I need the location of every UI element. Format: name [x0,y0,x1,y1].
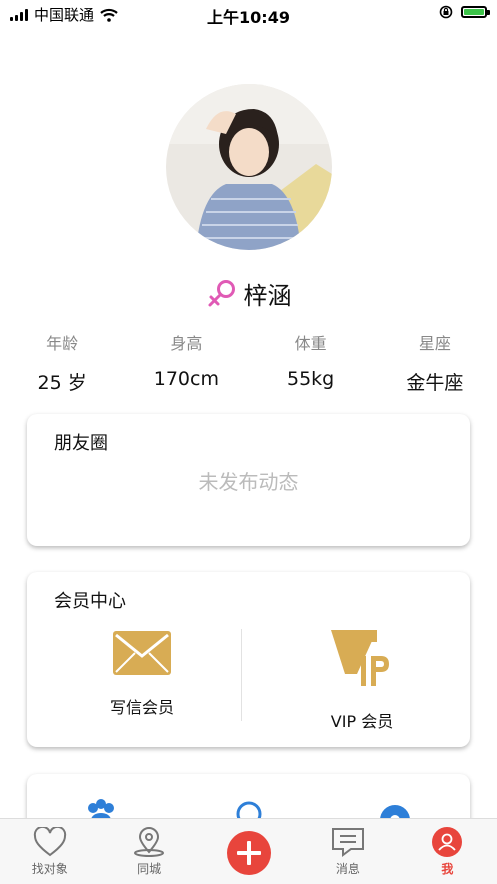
message-icon [331,828,364,857]
tab-find-partner[interactable]: 找对象 [0,819,99,884]
stat-zodiac: 星座 金牛座 [373,330,497,395]
vip-center-card: 会员中心 写信会员 VIP 会员 [27,572,470,747]
stat-label: 星座 [418,334,451,353]
vip-membership-button[interactable]: VIP 会员 [262,630,462,732]
letter-membership-label: 写信会员 [109,698,174,717]
tab-messages[interactable]: 消息 [298,819,397,884]
stat-value: 55kg [287,368,335,390]
tab-me[interactable]: 我 [398,819,497,884]
add-icon [226,831,271,875]
vip-icon [331,630,389,686]
stat-label: 身高 [170,334,203,353]
stat-value: 金牛座 [406,372,464,394]
tab-same-city[interactable]: 同城 [99,819,198,884]
battery-icon [461,6,490,18]
tab-label: 同城 [137,862,162,876]
tab-label: 找对象 [31,862,68,876]
profile-name-row: 梓涵 [0,276,497,311]
letter-membership-button[interactable]: 写信会员 [42,630,242,718]
vip-center-title: 会员中心 [54,591,126,612]
female-gender-icon [208,279,235,306]
tab-label: 消息 [335,862,360,876]
moments-title: 朋友圈 [54,433,108,454]
status-bar: 中国联通 上午10:49 [0,0,497,28]
stat-value: 25 岁 [37,372,87,394]
stat-label: 年龄 [46,334,79,353]
avatar[interactable] [166,84,332,250]
profile-stats: 年龄 25 岁 身高 170cm 体重 55kg 星座 金牛座 [0,330,497,395]
tab-add[interactable] [199,819,298,884]
stat-height: 身高 170cm [124,330,248,395]
moments-card[interactable]: 朋友圈 未发布动态 [27,414,470,546]
tab-label: 我 [441,862,454,876]
stat-label: 体重 [294,334,327,353]
envelope-icon [113,631,171,675]
vip-membership-label: VIP 会员 [330,712,394,731]
stat-age: 年龄 25 岁 [0,330,124,395]
moments-empty-text: 未发布动态 [198,470,299,494]
stat-weight: 体重 55kg [249,330,373,395]
heart-icon [33,827,66,857]
location-pin-icon [134,827,165,857]
stat-value: 170cm [153,368,219,390]
status-time: 上午10:49 [207,8,290,27]
profile-name: 梓涵 [243,282,292,310]
user-icon [432,827,463,857]
rotation-lock-icon [439,5,453,19]
bottom-tab-bar: 找对象 同城 消息 我 [0,818,497,884]
